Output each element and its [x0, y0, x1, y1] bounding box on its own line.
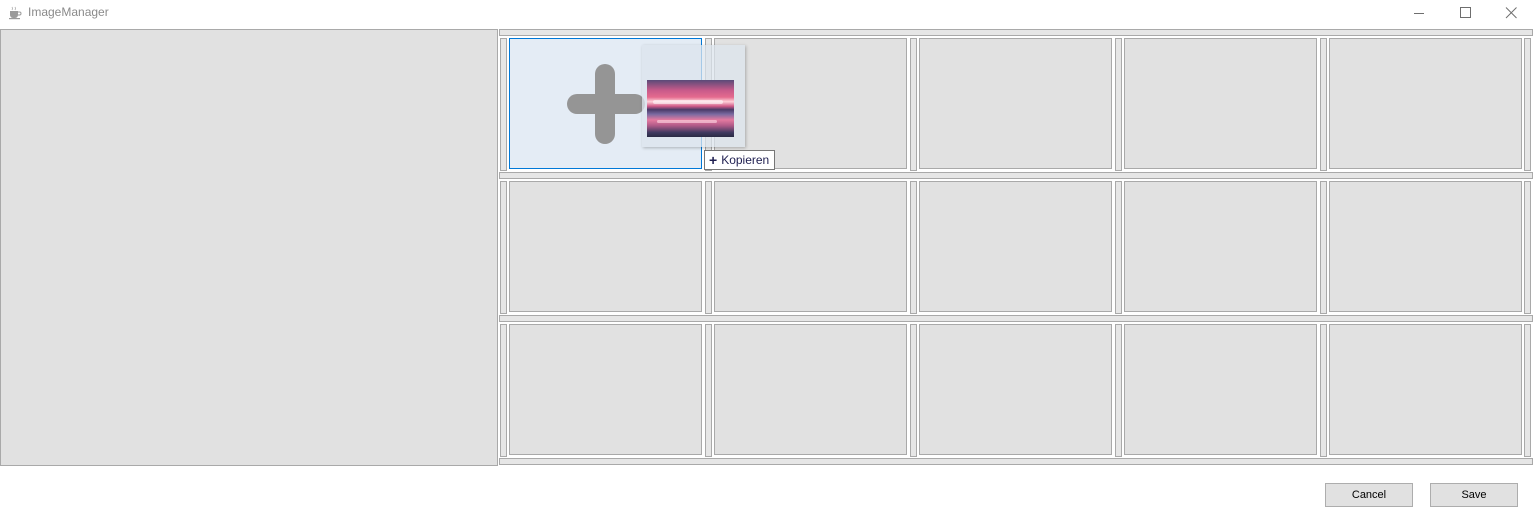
grid-column-splitter[interactable]	[1524, 324, 1531, 457]
grid-column-splitter[interactable]	[910, 181, 917, 314]
title-bar: ImageManager	[0, 0, 1533, 27]
drop-tooltip-label: Kopieren	[721, 153, 770, 167]
grid-column-splitter[interactable]	[910, 38, 917, 171]
cancel-button[interactable]: Cancel	[1325, 483, 1413, 507]
image-slot-r2-c4[interactable]	[1124, 181, 1317, 312]
grid-column-splitter[interactable]	[1115, 324, 1122, 457]
grid-column-splitter[interactable]	[705, 181, 712, 314]
grid-column-splitter[interactable]	[1115, 38, 1122, 171]
image-slot-r3-c3[interactable]	[919, 324, 1112, 455]
close-button[interactable]	[1488, 0, 1533, 27]
plus-icon: +	[709, 152, 718, 168]
minimize-icon	[1414, 13, 1424, 14]
image-slot-r3-c1[interactable]	[509, 324, 702, 455]
plus-icon	[567, 64, 645, 144]
grid-row-splitter[interactable]	[499, 29, 1533, 36]
drop-tooltip: + Kopieren	[704, 150, 776, 170]
maximize-button[interactable]	[1442, 0, 1488, 27]
grid-column-splitter[interactable]	[1320, 324, 1327, 457]
save-button[interactable]: Save	[1430, 483, 1518, 507]
grid-row-splitter[interactable]	[499, 172, 1533, 179]
grid-row-splitter[interactable]	[499, 458, 1533, 465]
image-slot-r1-c5[interactable]	[1329, 38, 1522, 169]
image-slot-r2-c1[interactable]	[509, 181, 702, 312]
image-slot-r3-c4[interactable]	[1124, 324, 1317, 455]
grid-column-splitter[interactable]	[910, 324, 917, 457]
image-slot-r3-c5[interactable]	[1329, 324, 1522, 455]
maximize-icon	[1460, 7, 1471, 18]
close-icon	[1505, 7, 1517, 19]
image-slot-r1-c3[interactable]	[919, 38, 1112, 169]
grid-column-splitter[interactable]	[705, 324, 712, 457]
image-slot-r2-c2[interactable]	[714, 181, 907, 312]
grid-column-splitter[interactable]	[1115, 181, 1122, 314]
image-slot-r3-c2[interactable]	[714, 324, 907, 455]
dragged-image-thumbnail	[647, 80, 734, 137]
grid-column-splitter[interactable]	[1524, 181, 1531, 314]
grid-column-splitter[interactable]	[1320, 38, 1327, 171]
minimize-button[interactable]	[1396, 0, 1442, 27]
image-slot-r2-c5[interactable]	[1329, 181, 1522, 312]
grid-row-splitter[interactable]	[499, 315, 1533, 322]
image-slot-r2-c3[interactable]	[919, 181, 1112, 312]
grid-column-splitter[interactable]	[500, 181, 507, 314]
window-title: ImageManager	[28, 5, 109, 19]
image-slot-r1-c4[interactable]	[1124, 38, 1317, 169]
preview-panel[interactable]	[0, 29, 498, 466]
grid-column-splitter[interactable]	[1524, 38, 1531, 171]
grid-column-splitter[interactable]	[500, 324, 507, 457]
coffee-cup-icon	[9, 6, 22, 20]
grid-column-splitter[interactable]	[1320, 181, 1327, 314]
grid-column-splitter[interactable]	[500, 38, 507, 171]
